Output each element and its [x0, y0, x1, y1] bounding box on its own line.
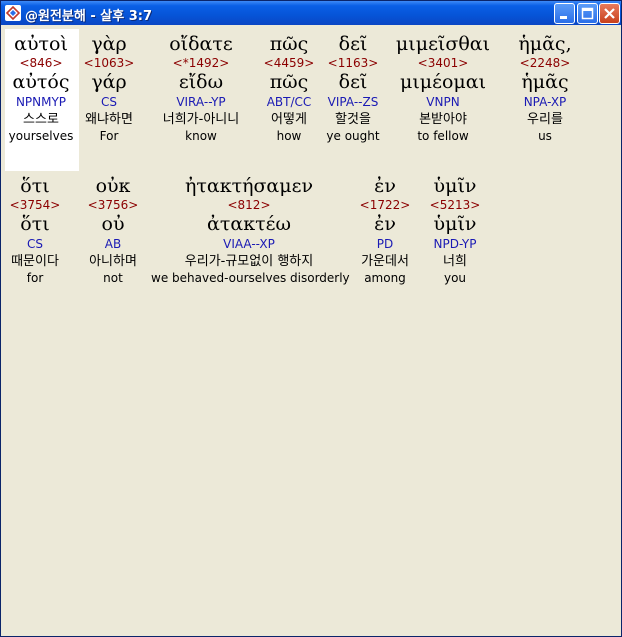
app-icon[interactable]: [5, 5, 21, 21]
korean-gloss: 너희: [443, 254, 467, 269]
lexical-form: ἡμᾶς: [521, 71, 569, 93]
strongs-number: <3756>: [87, 198, 139, 212]
english-gloss: us: [538, 129, 552, 143]
title-bar[interactable]: @원전분해 - 살후 3:7: [1, 1, 621, 25]
strongs-number: <812>: [227, 198, 271, 212]
english-gloss: know: [185, 129, 217, 143]
lexical-form: γάρ: [91, 71, 127, 93]
greek-word: μιμεῖσθαι: [395, 33, 491, 55]
korean-gloss: 아니하며: [89, 254, 137, 269]
english-gloss: For: [99, 129, 119, 143]
strongs-number: <2248>: [519, 56, 571, 70]
close-icon: [604, 8, 615, 19]
word-column[interactable]: οἴδατε <*1492> εἴδω VIRA--YP 너희가-아니니 kno…: [153, 33, 249, 144]
strongs-number: <*1492>: [172, 56, 230, 70]
word-column[interactable]: οὐκ <3756> οὐ AB 아니하며 not: [65, 175, 161, 286]
minimize-icon: [560, 16, 567, 19]
parsing-code: VNPN: [426, 95, 460, 109]
word-column[interactable]: δεῖ <1163> δεῖ VIPA--ZS 할것을 ye ought: [305, 33, 401, 144]
maximize-button[interactable]: [577, 3, 598, 24]
greek-word: ἠτακτήσαμεν: [184, 175, 314, 197]
greek-word: ἡμᾶς,: [518, 33, 572, 55]
english-gloss: not: [103, 271, 123, 285]
parsing-code: NPA-XP: [523, 95, 567, 109]
parsing-code: NPD-YP: [433, 237, 477, 251]
parsing-code: AB: [104, 237, 122, 251]
english-gloss: you: [443, 271, 467, 285]
maximize-icon: [581, 7, 594, 20]
lexical-form: εἴδω: [178, 71, 224, 93]
word-column[interactable]: ἠτακτήσαμεν <812> ἀτακτέω VIAA--XP 우리가-규…: [151, 175, 350, 286]
greek-word: ὑμῖν: [433, 175, 477, 197]
lexical-form: οὐ: [101, 213, 125, 235]
minimize-button[interactable]: [554, 3, 575, 24]
english-gloss: to fellow: [417, 129, 469, 143]
greek-word: οὐκ: [95, 175, 131, 197]
close-button[interactable]: [599, 3, 620, 24]
english-gloss: we behaved-ourselves disorderly: [151, 271, 350, 285]
greek-word: δεῖ: [338, 33, 368, 55]
analysis-panel[interactable]: αὐτοὶ <846> αὐτός NPNMYP 스스로 yourselves …: [5, 29, 617, 633]
parsing-code: VIAA--XP: [223, 237, 275, 251]
korean-gloss: 우리가-규모없이 행하지: [184, 254, 314, 269]
strongs-number: <3401>: [417, 56, 469, 70]
word-column[interactable]: μιμεῖσθαι <3401> μιμέομαι VNPN 본받아야 to f…: [395, 33, 491, 144]
parsing-code: VIPA--ZS: [327, 95, 379, 109]
window-title: @원전분해 - 살후 3:7: [25, 9, 153, 24]
korean-gloss: 너희가-아니니: [162, 112, 240, 127]
lexical-form: δεῖ: [338, 71, 368, 93]
parsing-code: VIRA--YP: [176, 95, 226, 109]
word-column[interactable]: ὑμῖν <5213> ὑμῖν NPD-YP 너희 you: [407, 175, 503, 286]
korean-gloss: 본받아야: [419, 112, 467, 127]
strongs-number: <1063>: [83, 56, 135, 70]
lexical-form: ὑμῖν: [433, 213, 477, 235]
korean-gloss: 왜냐하면: [85, 112, 133, 127]
korean-gloss: 우리를: [527, 112, 563, 127]
strongs-number: <1163>: [327, 56, 379, 70]
lexical-form: μιμέομαι: [399, 71, 487, 93]
strongs-number: <5213>: [429, 198, 481, 212]
lexical-form: ἀτακτέω: [207, 213, 291, 235]
greek-word: γὰρ: [91, 33, 127, 55]
parsing-code: CS: [101, 95, 117, 109]
app-window: @원전분해 - 살후 3:7 αὐτοὶ <846> αὐτός NPNMYP …: [0, 0, 622, 637]
english-gloss: ye ought: [326, 129, 380, 143]
word-column[interactable]: γὰρ <1063> γάρ CS 왜냐하면 For: [61, 33, 157, 144]
greek-word: οἴδατε: [169, 33, 233, 55]
korean-gloss: 할것을: [335, 112, 371, 127]
word-column[interactable]: ἡμᾶς, <2248> ἡμᾶς NPA-XP 우리를 us: [497, 33, 593, 144]
